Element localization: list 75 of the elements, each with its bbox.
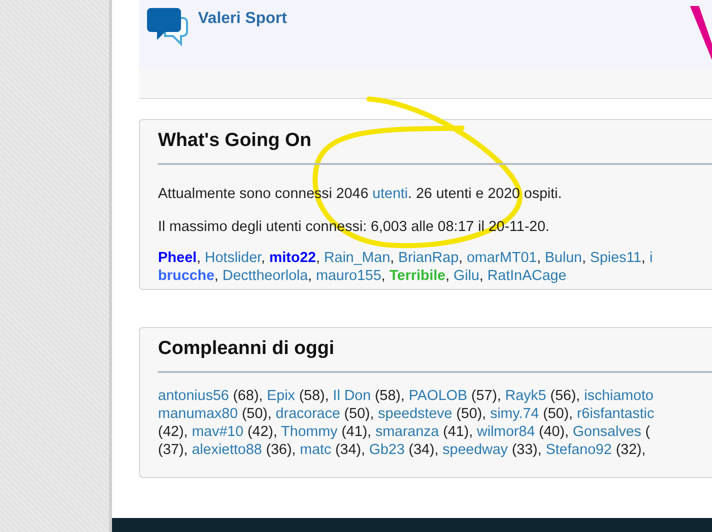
username-link[interactable]: dracorace: [276, 406, 340, 422]
username-link[interactable]: Gb23: [369, 442, 405, 458]
username-link[interactable]: matc: [300, 442, 332, 458]
separator-text: ,: [582, 250, 588, 266]
age-text: (50),: [343, 406, 375, 422]
username-link[interactable]: omarMT01: [466, 250, 537, 266]
username-link[interactable]: speedsteve: [378, 406, 452, 422]
separator-text: ,: [214, 268, 220, 284]
panel-title: Compleanni di oggi: [158, 338, 712, 373]
age-text: (41),: [340, 424, 372, 440]
username-link[interactable]: RatInACage: [487, 268, 566, 284]
username-link[interactable]: Stefano92: [546, 442, 612, 458]
username-link[interactable]: Gonsalves: [572, 424, 642, 440]
separator-text: ,: [316, 250, 322, 266]
username-link[interactable]: r6isfantastic: [576, 406, 654, 422]
age-text: (56),: [549, 388, 582, 404]
age-text: (40),: [538, 424, 570, 440]
username-link[interactable]: antonius56: [158, 388, 229, 404]
username-link[interactable]: wilmor84: [476, 424, 535, 440]
age-text: (34),: [334, 442, 366, 458]
age-text: (32),: [614, 442, 646, 458]
username-link[interactable]: Spies11: [590, 250, 642, 266]
username-link[interactable]: Rain_Man: [324, 250, 390, 266]
username-link[interactable]: speedway: [442, 442, 508, 458]
age-text: (42),: [246, 424, 278, 440]
username-link[interactable]: mauro155: [316, 268, 382, 284]
username-link[interactable]: manumax80: [158, 406, 238, 422]
username-link[interactable]: Gilu: [454, 268, 480, 284]
age-text: (: [644, 424, 650, 440]
username-link[interactable]: Terribile: [389, 268, 446, 284]
age-text: (58),: [374, 388, 406, 404]
separator-text: ,: [458, 250, 464, 266]
forum-title[interactable]: Valeri Sport: [198, 7, 287, 27]
separator-text: ,: [390, 250, 396, 266]
username-link[interactable]: simy.74: [490, 406, 539, 422]
panel-title: What's Going On: [158, 130, 712, 165]
separator-text: ,: [536, 250, 542, 266]
age-text: (33),: [510, 442, 543, 458]
separator-text: ,: [445, 268, 451, 284]
age-text: (68),: [232, 388, 264, 404]
users-link[interactable]: utenti: [372, 186, 408, 202]
separator-text: ,: [261, 250, 266, 266]
username-link[interactable]: mito22: [269, 250, 316, 266]
age-text: (36),: [265, 442, 297, 458]
username-link[interactable]: Epix: [266, 388, 296, 404]
age-text: (50),: [240, 406, 273, 422]
username-link[interactable]: Thommy: [281, 424, 338, 440]
username-link[interactable]: alexietto88: [192, 442, 262, 458]
username-link[interactable]: brucche: [158, 268, 214, 284]
username-link[interactable]: Il Don: [332, 388, 371, 404]
age-text: (50),: [455, 406, 488, 422]
username-link[interactable]: Rayk5: [505, 388, 546, 404]
age-text: (50),: [542, 406, 574, 422]
username-link[interactable]: PAOLOB: [408, 388, 468, 404]
username-link[interactable]: smaranza: [375, 424, 439, 440]
separator-text: ,: [308, 268, 313, 284]
username-link[interactable]: BrianRap: [398, 250, 459, 266]
separator-text: ,: [381, 268, 386, 284]
username-link[interactable]: i: [649, 250, 653, 266]
age-text: (34),: [408, 442, 440, 458]
age-text: (57),: [470, 388, 502, 404]
username-link[interactable]: Pheel: [158, 250, 197, 266]
username-link[interactable]: Bulun: [544, 250, 582, 266]
chat-bubbles-icon: [147, 6, 188, 46]
age-text: (37),: [158, 442, 189, 458]
username-link[interactable]: Hotslider: [204, 250, 262, 266]
username-link[interactable]: Decttheorlola: [222, 268, 308, 284]
age-text: (58),: [298, 388, 330, 404]
age-text: (42),: [158, 424, 189, 440]
separator-text: ,: [479, 268, 484, 284]
username-link[interactable]: mav#10: [192, 424, 244, 440]
username-link[interactable]: ischiamoto: [584, 388, 654, 404]
age-text: (41),: [442, 424, 474, 440]
separator-text: ,: [641, 250, 646, 266]
separator-text: ,: [196, 250, 202, 266]
